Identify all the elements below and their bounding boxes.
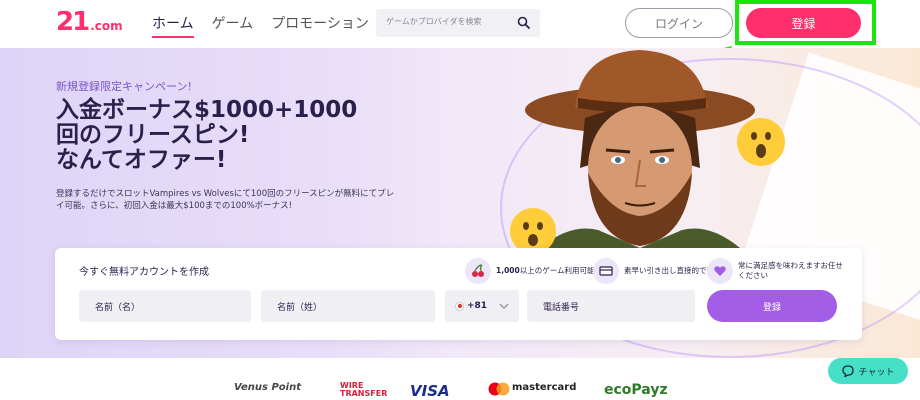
registration-card: 今すぐ無料アカウントを作成 1,000以上のゲーム利用可能 素早い引き出し直接的…	[55, 248, 862, 340]
form-title: 今すぐ無料アカウントを作成	[79, 267, 209, 278]
country-code-select[interactable]: +81	[445, 290, 519, 322]
card-icon	[593, 258, 619, 284]
campaign-label: 新規登録限定キャンペーン!	[56, 80, 192, 93]
last-name-field[interactable]: 名前（姓）	[261, 290, 435, 322]
feature-satisfaction: 常に満足感を味わえますお任せください	[707, 258, 848, 284]
first-name-field[interactable]: 名前（名）	[79, 290, 251, 322]
nav-games[interactable]: ゲーム	[212, 14, 254, 38]
hero-description: 登録するだけでスロットVampires vs Wolvesにて100回のフリース…	[56, 189, 395, 211]
chevron-down-icon	[499, 303, 509, 309]
site-header: 21 .com ホーム ゲーム プロモーション ゲームかプロバイダを検索 ログイ…	[0, 0, 920, 48]
nav-promotions[interactable]: プロモーション	[271, 14, 369, 38]
headline-line-3: なんてオファー!	[56, 147, 227, 173]
search-input[interactable]: ゲームかプロバイダを検索	[376, 9, 540, 37]
search-icon[interactable]	[516, 15, 532, 31]
mastercard-logo-icon	[488, 382, 510, 396]
cherries-icon	[465, 258, 491, 284]
payment-methods: Venus Point WIRE TRANSFER VISA mastercar…	[0, 358, 920, 400]
form-register-button[interactable]: 登録	[707, 290, 837, 322]
payment-mastercard: mastercard	[512, 382, 577, 393]
register-highlight-box	[735, 0, 876, 45]
logo[interactable]: 21 .com	[56, 8, 123, 36]
payment-venus-point: Venus Point	[234, 382, 301, 393]
headline-line-2: 回のフリースピン!	[56, 122, 250, 148]
chat-label: チャット	[858, 367, 895, 378]
payment-ecopayz: ecoPayz	[604, 382, 668, 398]
payment-wire-transfer: WIRE TRANSFER	[340, 381, 388, 398]
search-placeholder: ゲームかプロバイダを検索	[386, 17, 482, 26]
feature-games-text: 1,000以上のゲーム利用可能	[496, 266, 595, 275]
first-name-placeholder: 名前（名）	[95, 303, 141, 313]
main-nav: ホーム ゲーム プロモーション	[152, 14, 369, 38]
payment-visa: VISA	[410, 382, 450, 400]
last-name-placeholder: 名前（姓）	[277, 303, 323, 313]
nav-home[interactable]: ホーム	[152, 14, 194, 38]
phone-code-value: +81	[467, 301, 488, 311]
headline-line-1: 入金ボーナス$1000+1000	[56, 97, 358, 123]
japan-flag-icon	[455, 301, 464, 311]
chat-bubble-icon	[841, 365, 854, 377]
login-button[interactable]: ログイン	[625, 8, 733, 38]
feature-games: 1,000以上のゲーム利用可能	[465, 258, 606, 284]
logo-mark: 21	[56, 7, 90, 37]
heart-icon	[707, 258, 733, 284]
phone-placeholder: 電話番号	[543, 303, 580, 313]
phone-number-field[interactable]: 電話番号	[527, 290, 695, 322]
chat-button[interactable]: チャット	[828, 358, 908, 384]
surprised-emoji-icon	[737, 118, 785, 166]
logo-domain: .com	[90, 19, 123, 33]
feature-satisfaction-text: 常に満足感を味わえますお任せください	[738, 261, 843, 280]
hero-headline: 入金ボーナス$1000+1000 回のフリースピン! なんてオファー!	[56, 98, 436, 173]
